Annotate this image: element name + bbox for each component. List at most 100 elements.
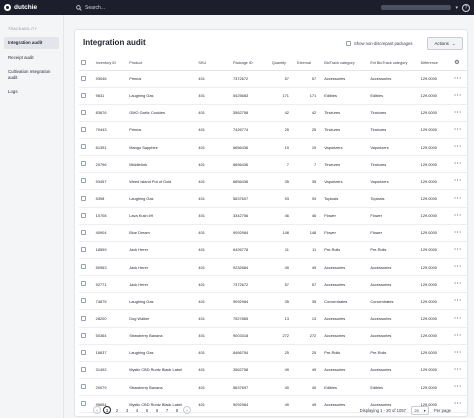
column-header[interactable]: Difference bbox=[418, 56, 453, 71]
actions-button[interactable]: Actions ⌄ bbox=[427, 37, 463, 50]
row-checkbox[interactable] bbox=[81, 109, 86, 115]
more-options-icon[interactable]: ··· bbox=[454, 110, 462, 116]
table-row[interactable]: 5398 Laughing Gas 401 5637607 93 93 Topicals To… bbox=[79, 189, 467, 208]
page-button[interactable]: 6 bbox=[153, 406, 161, 414]
row-menu-cell[interactable]: ··· bbox=[452, 241, 467, 260]
row-select-cell[interactable] bbox=[79, 189, 94, 208]
column-header[interactable]: Product bbox=[127, 56, 197, 71]
column-header[interactable]: External bbox=[294, 56, 323, 71]
table-row[interactable]: 20796 Middlefork 401 8656436 7 7 Tinctures Tinc… bbox=[79, 155, 467, 174]
more-options-icon[interactable]: ··· bbox=[454, 247, 462, 253]
row-menu-cell[interactable]: ··· bbox=[452, 121, 467, 140]
page-button[interactable]: 8 bbox=[173, 406, 181, 414]
row-checkbox[interactable] bbox=[81, 264, 86, 270]
table-row[interactable]: 9631 Laughing Gas 401 5425683 171 171 Edibles E… bbox=[79, 87, 467, 105]
row-menu-cell[interactable]: ··· bbox=[452, 87, 467, 105]
row-checkbox[interactable] bbox=[81, 349, 86, 355]
more-options-icon[interactable]: ··· bbox=[454, 213, 462, 219]
row-checkbox[interactable] bbox=[81, 315, 86, 321]
gear-icon[interactable]: ⚙ bbox=[454, 60, 459, 66]
row-select-cell[interactable] bbox=[79, 224, 94, 242]
row-select-cell[interactable] bbox=[79, 87, 94, 105]
sidebar-item-integration-audit[interactable]: Integration audit bbox=[4, 37, 59, 49]
row-menu-cell[interactable]: ··· bbox=[452, 104, 467, 122]
brand-logo[interactable]: dutchie bbox=[4, 4, 76, 11]
table-row[interactable]: 92771 Jack Herer 401 7372672 57 57 Accessories… bbox=[79, 275, 467, 294]
more-options-icon[interactable]: ··· bbox=[454, 196, 462, 202]
row-checkbox[interactable] bbox=[81, 332, 86, 338]
row-checkbox[interactable] bbox=[81, 92, 86, 98]
row-select-cell[interactable] bbox=[79, 104, 94, 122]
column-header[interactable]: Quantity bbox=[269, 56, 295, 71]
more-options-icon[interactable]: ··· bbox=[454, 230, 462, 236]
row-select-cell[interactable] bbox=[79, 207, 94, 225]
page-button[interactable]: 4 bbox=[133, 406, 141, 414]
row-select-cell[interactable] bbox=[79, 121, 94, 140]
row-select-cell[interactable] bbox=[79, 241, 94, 260]
column-header[interactable]: Ext BioTrack category bbox=[368, 56, 419, 71]
column-header[interactable]: Inventory ID bbox=[93, 56, 128, 71]
table-row[interactable]: 18599 Jack Herer 401 6426778 11 11 Pre-Rolls Pr… bbox=[79, 241, 467, 260]
more-options-icon[interactable]: ··· bbox=[454, 316, 462, 322]
row-checkbox[interactable] bbox=[81, 144, 86, 150]
column-header[interactable]: SKU bbox=[196, 56, 232, 71]
row-menu-cell[interactable]: ··· bbox=[452, 172, 467, 191]
table-row[interactable]: 74875 Laughing Gas 401 9092984 35 35 Concentra… bbox=[79, 292, 467, 311]
page-button[interactable]: 7 bbox=[163, 406, 171, 414]
previous-page-button[interactable]: ‹ bbox=[93, 406, 101, 414]
row-checkbox[interactable] bbox=[81, 281, 86, 287]
more-options-icon[interactable]: ··· bbox=[454, 367, 462, 373]
table-row[interactable]: 31492 Mystic CBD Runtz Black Label 401 3562… bbox=[79, 361, 467, 380]
page-button[interactable]: 2 bbox=[113, 406, 121, 414]
more-options-icon[interactable]: ··· bbox=[454, 281, 462, 287]
row-select-cell[interactable] bbox=[79, 361, 94, 380]
row-menu-cell[interactable]: ··· bbox=[452, 138, 467, 157]
row-select-cell[interactable] bbox=[79, 138, 94, 157]
row-select-cell[interactable] bbox=[79, 327, 94, 345]
more-options-icon[interactable]: ··· bbox=[454, 350, 462, 356]
next-page-button[interactable]: › bbox=[183, 406, 191, 414]
row-select-cell[interactable] bbox=[79, 70, 94, 88]
row-checkbox[interactable] bbox=[81, 246, 86, 252]
table-row[interactable]: 50963 Jack Herer 401 9232684 49 49 Accessories… bbox=[79, 258, 467, 277]
row-menu-cell[interactable]: ··· bbox=[452, 70, 467, 88]
row-menu-cell[interactable]: ··· bbox=[452, 275, 467, 294]
row-select-cell[interactable] bbox=[79, 344, 94, 362]
row-select-cell[interactable] bbox=[79, 275, 94, 294]
more-options-icon[interactable]: ··· bbox=[454, 161, 462, 167]
row-checkbox[interactable] bbox=[81, 366, 86, 372]
row-select-cell[interactable] bbox=[79, 258, 94, 277]
row-checkbox[interactable] bbox=[81, 384, 86, 390]
row-menu-cell[interactable]: ··· bbox=[452, 309, 467, 328]
row-select-cell[interactable] bbox=[79, 172, 94, 191]
table-row[interactable]: 10708 Lava Kush #9 401 3342756 46 46 Flower Flo… bbox=[79, 207, 467, 225]
row-menu-cell[interactable]: ··· bbox=[452, 224, 467, 242]
row-checkbox[interactable] bbox=[81, 229, 86, 235]
row-select-cell[interactable] bbox=[79, 292, 94, 311]
page-button[interactable]: 3 bbox=[123, 406, 131, 414]
select-all-checkbox[interactable] bbox=[81, 59, 86, 65]
more-options-icon[interactable]: ··· bbox=[454, 93, 462, 99]
row-select-cell[interactable] bbox=[79, 378, 94, 397]
more-options-icon[interactable]: ··· bbox=[454, 76, 462, 82]
table-row[interactable]: 93457 Weed Island Pot of Gold 401 6656436 35… bbox=[79, 172, 467, 191]
row-menu-cell[interactable]: ··· bbox=[452, 327, 467, 345]
show-non-discrepant-toggle[interactable]: Show non-discrepant packages bbox=[346, 41, 412, 46]
chevron-down-icon[interactable]: ▾ bbox=[455, 5, 458, 11]
column-header[interactable]: BioTrack category bbox=[322, 56, 369, 71]
table-row[interactable]: 50364 Strawberry Banana 401 9003318 272 272 Ac… bbox=[79, 327, 467, 345]
help-icon[interactable]: ? bbox=[462, 3, 470, 12]
table-row[interactable]: 40904 Blue Dream 401 9092984 148 148 Flower Flo… bbox=[79, 224, 467, 242]
show-non-discrepant-checkbox[interactable] bbox=[346, 41, 351, 46]
row-select-cell[interactable] bbox=[79, 155, 94, 174]
row-checkbox[interactable] bbox=[81, 75, 86, 81]
row-checkbox[interactable] bbox=[81, 195, 86, 201]
table-row[interactable]: 83676 GMO Garlic Cookies 401 3562758 42 42 Tin… bbox=[79, 104, 467, 122]
row-menu-cell[interactable]: ··· bbox=[452, 207, 467, 225]
table-row[interactable]: 20079 Strawberry Banana 401 5637697 40 40 Edib… bbox=[79, 378, 467, 397]
table-row[interactable]: 61391 Mango Sapphire 401 6656436 19 19 Vaporiz… bbox=[79, 138, 467, 157]
more-options-icon[interactable]: ··· bbox=[454, 264, 462, 270]
row-menu-cell[interactable]: ··· bbox=[452, 344, 467, 362]
select-all-cell[interactable] bbox=[79, 56, 94, 71]
table-row[interactable]: 16637 Laughing Gas 401 8466754 25 25 Pre-Rolls… bbox=[79, 344, 467, 362]
